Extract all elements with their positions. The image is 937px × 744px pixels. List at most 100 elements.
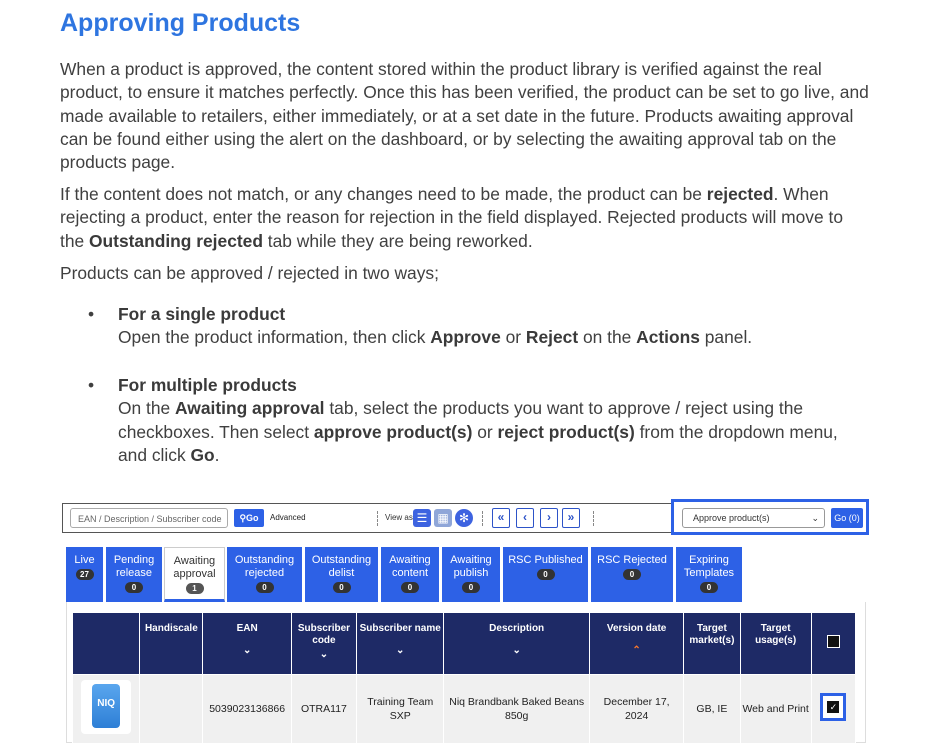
next-page-button[interactable]: › (540, 508, 558, 528)
view-as-label: View as (385, 513, 413, 522)
bold-approve: Approve (430, 327, 501, 348)
tab-count-badge: 0 (255, 582, 274, 593)
page-title: Approving Products (60, 9, 301, 37)
select-all-checkbox[interactable] (826, 634, 840, 648)
advanced-search-link[interactable]: Advanced (270, 510, 306, 526)
text-span: On the (118, 398, 176, 419)
tab-label: Pending release (113, 554, 155, 579)
list-view-icon[interactable]: ☰ (413, 509, 431, 527)
search-go-button[interactable]: ⚲Go (234, 509, 264, 527)
subscriber-code-cell: OTRA117 (290, 674, 358, 744)
tab-rsc-published[interactable]: RSC Published 0 (503, 547, 588, 602)
products-table-panel: Handiscale EAN ⌄ Subscriber code ⌄ Subscri… (66, 602, 866, 744)
text-span: or (500, 327, 526, 348)
tab-rsc-rejected[interactable]: RSC Rejected 0 (591, 547, 673, 602)
sort-down-icon[interactable]: ⌄ (358, 645, 442, 657)
column-header-ean[interactable]: EAN ⌄ (202, 612, 292, 675)
product-image: NIQ (81, 680, 132, 734)
bold-reject-products: reject product(s) (497, 421, 635, 442)
text-span: panel. (699, 327, 753, 348)
tab-label: Outstanding delist (311, 554, 372, 579)
sort-up-icon[interactable]: ⌃ (591, 645, 682, 657)
bulk-action-panel: Approve product(s) ⌄ Go (0) (671, 499, 869, 535)
toolbar-divider (593, 511, 594, 526)
tab-count-badge: 0 (401, 582, 419, 593)
column-header-subscriber-name[interactable]: Subscriber name ⌄ (356, 612, 445, 675)
tab-awaiting-publish[interactable]: Awaiting publish 0 (442, 547, 500, 602)
bullet-dot: • (88, 304, 95, 324)
ways-paragraph: Products can be approved / rejected in t… (60, 263, 439, 283)
column-header-subscriber-code[interactable]: Subscriber code ⌄ (290, 612, 358, 675)
tab-label: Outstanding rejected (234, 554, 295, 579)
product-image-label: NIQ (92, 684, 121, 728)
row-select-cell: ✓ (810, 674, 857, 744)
product-image-cell: NIQ (71, 674, 141, 744)
bullet-heading: For a single product (118, 304, 286, 324)
bulk-action-value: Approve product(s) (693, 513, 770, 523)
header-label: Subscriber name (359, 623, 441, 634)
tab-count-badge: 0 (536, 569, 555, 580)
version-date-cell: December 17, 2024 (588, 674, 685, 744)
table-row[interactable]: NIQ 5039023136866 OTRA117 Training Team … (71, 674, 857, 744)
header-label: Handiscale (144, 623, 198, 634)
text-span: Open the product information, then click (118, 327, 431, 348)
search-input[interactable]: EAN / Description / Subscriber code (70, 508, 228, 528)
bold-reject: Reject (525, 327, 579, 348)
bold-go: Go (190, 444, 215, 465)
header-label: Target usage(s) (755, 623, 797, 646)
prev-page-button[interactable]: ‹ (516, 508, 534, 528)
bold-outstanding-rejected: Outstanding rejected (89, 230, 263, 251)
sort-down-icon[interactable]: ⌄ (204, 645, 289, 657)
reject-paragraph: If the content does not match, or any ch… (60, 183, 870, 253)
bold-rejected: rejected (706, 184, 774, 204)
grid-view-icon[interactable]: ▦ (434, 509, 452, 527)
column-header-version-date[interactable]: Version date ⌃ (588, 612, 685, 675)
toolbar-divider (377, 511, 378, 526)
bold-actions: Actions (636, 327, 700, 348)
tab-count-badge: 0 (700, 582, 718, 593)
column-header-select-all[interactable] (810, 612, 857, 675)
tab-outstanding-delist[interactable]: Outstanding delist 0 (305, 547, 378, 602)
column-header-target-usages: Target usage(s) (739, 612, 812, 675)
header-label: Target market(s) (689, 623, 735, 646)
first-page-button[interactable]: « (492, 508, 510, 528)
text-span: on the (578, 327, 637, 348)
tab-awaiting-approval[interactable]: Awaiting approval 1 (164, 547, 225, 602)
last-page-button[interactable]: » (562, 508, 580, 528)
ean-cell: 5039023136866 (202, 674, 292, 744)
intro-paragraph: When a product is approved, the content … (60, 59, 869, 173)
header-label: Subscriber code (297, 623, 351, 646)
products-table: Handiscale EAN ⌄ Subscriber code ⌄ Subscri… (71, 612, 857, 744)
subscriber-name-cell: Training Team SXP (356, 674, 445, 744)
bold-approve-products: approve product(s) (313, 421, 473, 442)
sort-down-icon[interactable]: ⌄ (445, 645, 588, 657)
text-span: . (214, 444, 220, 465)
column-header-handiscale: Handiscale (139, 612, 204, 675)
sort-down-icon[interactable]: ⌄ (293, 649, 355, 661)
handiscale-cell (139, 674, 204, 744)
tab-pending-release[interactable]: Pending release 0 (106, 547, 162, 602)
header-label: Description (489, 623, 545, 634)
column-header-description[interactable]: Description ⌄ (443, 612, 590, 675)
tab-outstanding-rejected[interactable]: Outstanding rejected 0 (227, 547, 302, 602)
text-span: tab while they are being reworked. (262, 230, 533, 251)
tab-count-badge: 0 (125, 582, 143, 593)
tab-label: Awaiting approval (173, 555, 216, 580)
bulk-action-select[interactable]: Approve product(s) ⌄ (682, 508, 825, 528)
tab-count-badge: 0 (623, 569, 641, 580)
tab-label: RSC Rejected (597, 554, 667, 566)
tab-expiring-templates[interactable]: Expiring Templates 0 (676, 547, 742, 602)
tab-awaiting-content[interactable]: Awaiting content 0 (381, 547, 439, 602)
tab-live[interactable]: Live 27 (66, 547, 103, 602)
row-checkbox[interactable]: ✓ (820, 693, 847, 721)
column-header-target-markets: Target market(s) (683, 612, 741, 675)
gallery-view-icon[interactable]: ✻ (455, 509, 473, 527)
bullet-heading: For multiple products (118, 375, 297, 395)
bulk-action-go-button[interactable]: Go (0) (831, 508, 863, 528)
description-cell: Niq Brandbank Baked Beans 850g (443, 674, 590, 744)
bold-awaiting-approval: Awaiting approval (175, 398, 325, 419)
tab-label: RSC Published (508, 554, 583, 566)
target-markets-cell: GB, IE (683, 674, 741, 744)
tab-count-badge: 0 (332, 582, 351, 593)
text-span: or (472, 421, 498, 442)
